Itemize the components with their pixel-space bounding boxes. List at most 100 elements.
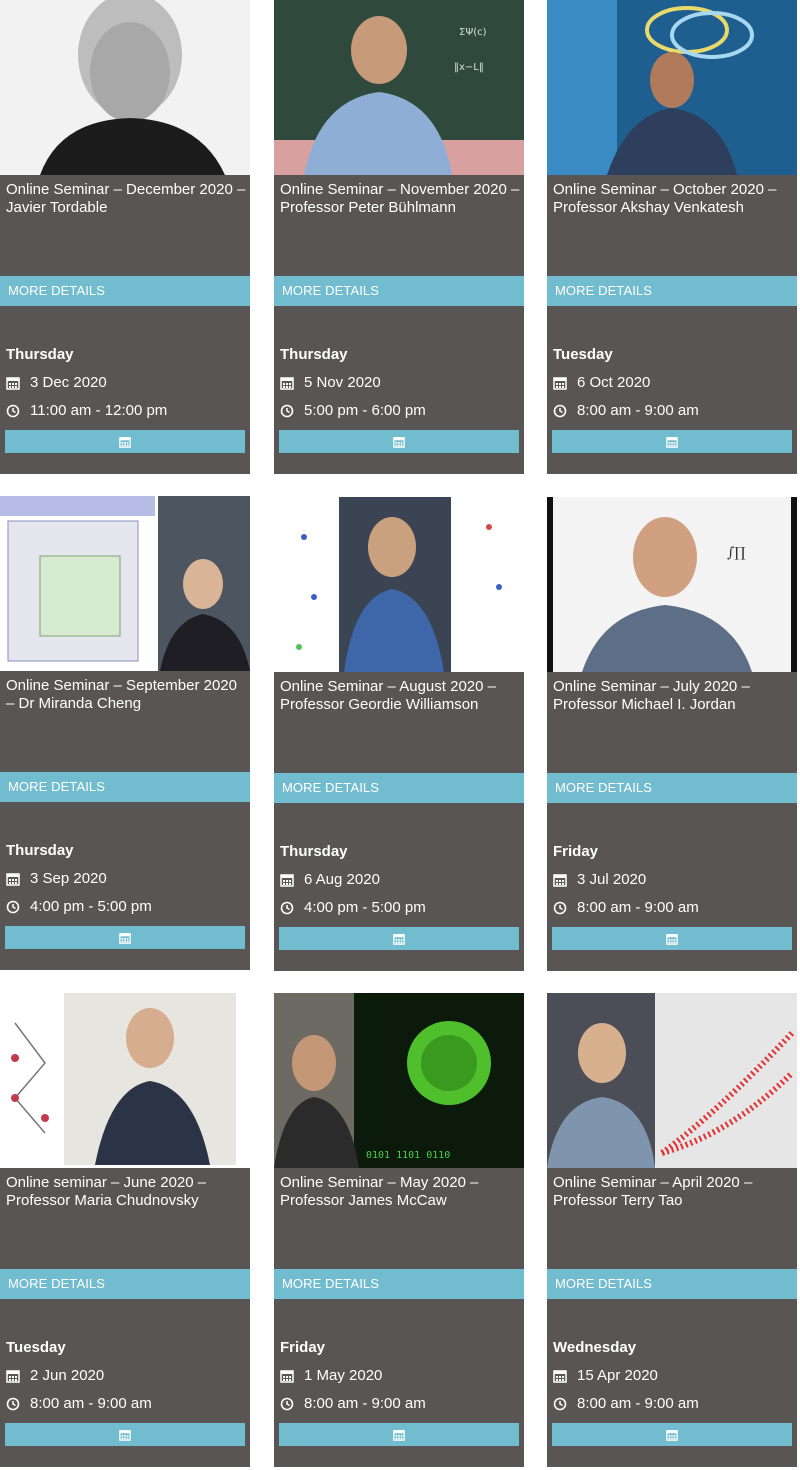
event-photo[interactable] [0,993,250,1168]
clock-icon [6,900,20,914]
event-day: Friday [280,1339,326,1356]
more-details-button[interactable]: MORE DETAILS [274,773,524,803]
clock-icon [280,1397,294,1411]
clock-icon [280,901,294,915]
more-details-button[interactable]: MORE DETAILS [274,276,524,306]
add-to-calendar-button[interactable] [5,926,245,949]
event-time: 8:00 am - 9:00 am [304,1395,426,1412]
calendar-icon [280,873,294,887]
event-title[interactable]: Online Seminar – August 2020 – Professor… [280,678,520,714]
add-to-calendar-button[interactable] [552,1423,792,1446]
event-date: 6 Aug 2020 [304,871,380,888]
more-details-button[interactable]: MORE DETAILS [0,1269,250,1299]
event-time: 4:00 pm - 5:00 pm [30,898,152,915]
event-title[interactable]: Online Seminar – November 2020 – Profess… [280,181,520,217]
svg-text:ΣΨ(c): ΣΨ(c) [459,27,487,38]
more-details-button[interactable]: MORE DETAILS [274,1269,524,1299]
calendar-icon [6,1369,20,1383]
calendar-icon [393,933,405,945]
calendar-icon [6,376,20,390]
event-time-row: 8:00 am - 9:00 am [553,899,699,916]
add-to-calendar-button[interactable] [5,430,245,453]
event-photo[interactable] [547,993,797,1168]
event-body: Online Seminar – November 2020 – Profess… [274,175,524,474]
event-title[interactable]: Online Seminar – July 2020 – Professor M… [553,678,793,714]
add-to-calendar-button[interactable] [279,927,519,950]
event-body: Online Seminar – October 2020 – Professo… [547,175,797,474]
event-time: 4:00 pm - 5:00 pm [304,899,426,916]
event-photo[interactable] [547,0,797,175]
event-time: 8:00 am - 9:00 am [577,402,699,419]
event-card: Online seminar – June 2020 – Professor M… [0,993,250,1467]
event-title[interactable]: Online Seminar – September 2020 – Dr Mir… [6,677,246,713]
event-day: Friday [553,843,599,860]
events-grid: Online Seminar – December 2020 – Javier … [0,0,800,1470]
more-details-button[interactable]: MORE DETAILS [547,276,797,306]
event-date-row: 6 Aug 2020 [280,871,380,888]
event-time-row: 8:00 am - 9:00 am [553,402,699,419]
event-date: 5 Nov 2020 [304,374,381,391]
event-time: 8:00 am - 9:00 am [577,1395,699,1412]
event-time-row: 4:00 pm - 5:00 pm [6,898,152,915]
event-day: Thursday [280,843,348,860]
calendar-icon [393,1429,405,1441]
event-date: 3 Sep 2020 [30,870,107,887]
calendar-icon [666,1429,678,1441]
add-to-calendar-button[interactable] [5,1423,245,1446]
add-to-calendar-button[interactable] [279,430,519,453]
svg-text:‖x−L‖: ‖x−L‖ [454,62,484,73]
calendar-icon [553,1369,567,1383]
event-date-row: 15 Apr 2020 [553,1367,658,1384]
event-card: ΣΨ(c) ‖x−L‖ Online Seminar – November 20… [274,0,524,474]
calendar-icon [553,873,567,887]
event-photo[interactable]: ΣΨ(c) ‖x−L‖ [274,0,524,175]
event-photo[interactable] [274,497,524,672]
event-date-row: 3 Jul 2020 [553,871,646,888]
event-title[interactable]: Online Seminar – April 2020 – Professor … [553,1174,793,1210]
calendar-icon [280,1369,294,1383]
event-date-row: 5 Nov 2020 [280,374,381,391]
clock-icon [6,1397,20,1411]
event-body: Online Seminar – July 2020 – Professor M… [547,672,797,971]
event-title[interactable]: Online Seminar – October 2020 – Professo… [553,181,793,217]
event-card: Online Seminar – April 2020 – Professor … [547,993,797,1467]
event-photo[interactable]: ∫∏ [547,497,797,672]
event-time-row: 8:00 am - 9:00 am [6,1395,152,1412]
event-time: 11:00 am - 12:00 pm [30,402,168,419]
calendar-icon [119,932,131,944]
event-day: Wednesday [553,1339,637,1356]
calendar-icon [119,1429,131,1441]
event-day: Thursday [6,842,74,859]
calendar-icon [280,376,294,390]
event-date: 1 May 2020 [304,1367,383,1384]
more-details-button[interactable]: MORE DETAILS [547,1269,797,1299]
event-card: Online Seminar – October 2020 – Professo… [547,0,797,474]
event-date: 15 Apr 2020 [577,1367,658,1384]
event-photo[interactable]: 0101 1101 0110 [274,993,524,1168]
event-date-row: 1 May 2020 [280,1367,382,1384]
more-details-button[interactable]: MORE DETAILS [547,773,797,803]
clock-icon [553,404,567,418]
event-time-row: 4:00 pm - 5:00 pm [280,899,426,916]
event-title[interactable]: Online Seminar – December 2020 – Javier … [6,181,246,217]
clock-icon [553,1397,567,1411]
event-date-row: 3 Sep 2020 [6,870,107,887]
event-day: Thursday [6,346,74,363]
event-photo[interactable] [0,496,250,671]
event-title[interactable]: Online seminar – June 2020 – Professor M… [6,1174,246,1210]
add-to-calendar-button[interactable] [552,927,792,950]
clock-icon [553,901,567,915]
add-to-calendar-button[interactable] [279,1423,519,1446]
more-details-button[interactable]: MORE DETAILS [0,276,250,306]
event-time: 8:00 am - 9:00 am [30,1395,152,1412]
event-time: 8:00 am - 9:00 am [577,899,699,916]
clock-icon [6,404,20,418]
event-time: 5:00 pm - 6:00 pm [304,402,426,419]
event-photo[interactable] [0,0,250,175]
event-body: Online Seminar – August 2020 – Professor… [274,672,524,971]
add-to-calendar-button[interactable] [552,430,792,453]
event-title[interactable]: Online Seminar – May 2020 – Professor Ja… [280,1174,520,1210]
calendar-icon [666,436,678,448]
more-details-button[interactable]: MORE DETAILS [0,772,250,802]
event-date: 3 Jul 2020 [577,871,647,888]
